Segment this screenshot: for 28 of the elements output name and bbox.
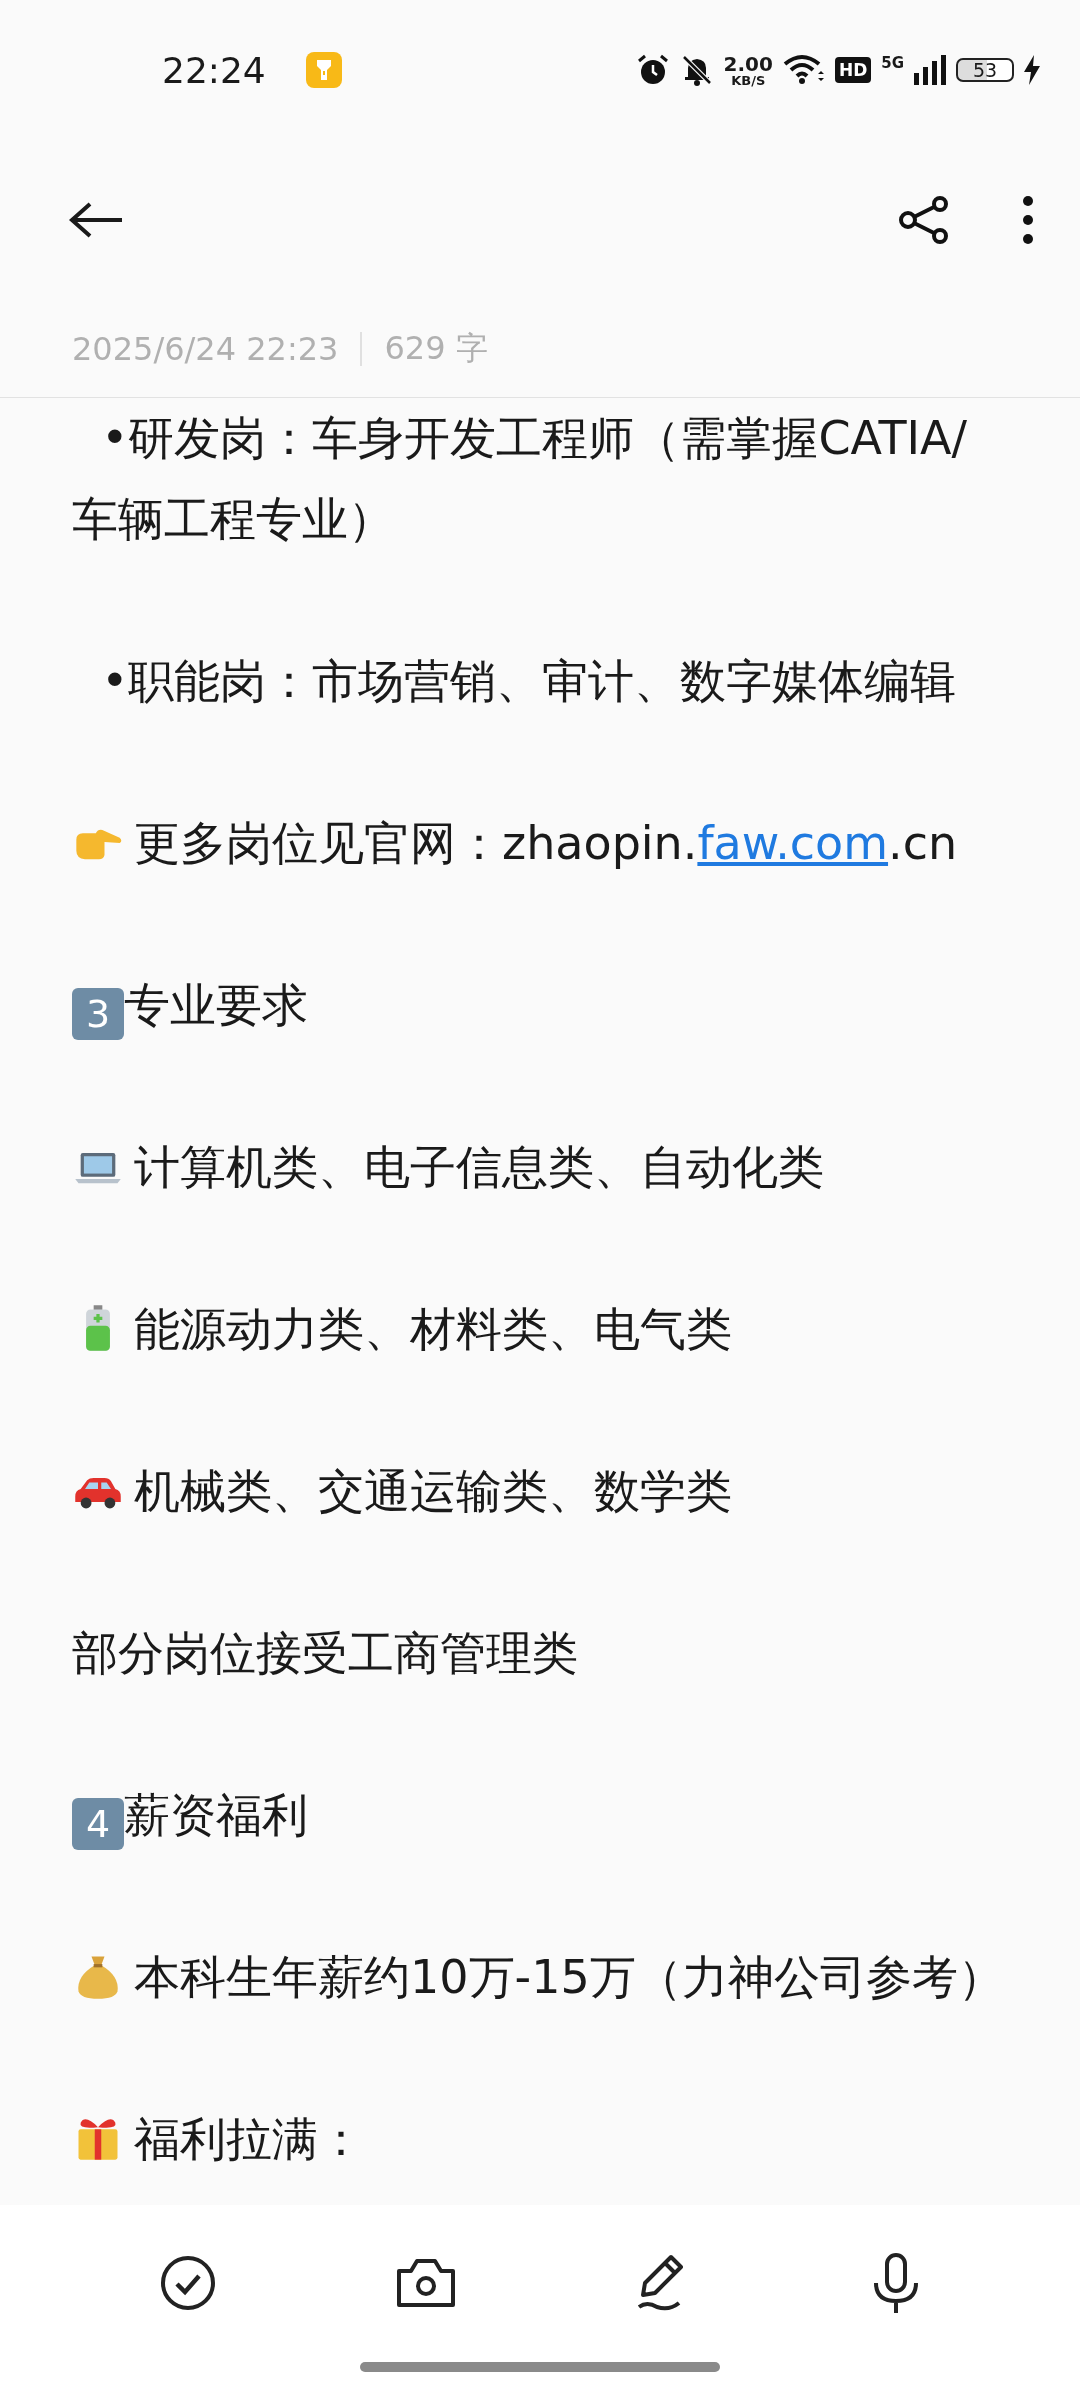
word-count: 629 字 [384,327,488,369]
note-paragraph: 计算机类、电子信息类、自动化类 [134,1140,824,1194]
alarm-icon [635,53,670,87]
note-paragraph: 本科生年薪约10万-15万（力神公司参考） [134,1950,1004,2004]
flashlight-icon [305,52,342,88]
battery-level: 53 [956,58,1014,82]
number-badge: 3 [72,988,124,1040]
clock: 22:24 [162,49,266,91]
note-paragraph: 更多岗位见官网：zhaopin.faw.com.cn [134,816,958,870]
speed-unit: KB/S [731,73,766,87]
note-paragraph: 能源动力类、材料类、电气类 [134,1302,732,1356]
hd-badge: HD [834,57,872,83]
note-paragraph: •职能岗：市场营销、审计、数字媒体编辑 [100,654,957,708]
note-paragraph: 机械类、交通运输类、数学类 [134,1464,732,1518]
number-badge: 4 [72,1798,124,1850]
note-paragraph: 专业要求 [124,978,308,1032]
link[interactable]: faw.com [697,816,889,870]
more-options-icon[interactable] [1022,195,1034,245]
wifi-icon [782,54,825,86]
network-speed: 2.00 [723,53,773,74]
note-paragraph: 部分岗位接受工商管理类 [72,1626,578,1680]
note-paragraph: 薪资福利 [124,1788,308,1842]
network-type: 5G [881,54,904,72]
charging-icon [1024,55,1040,85]
note-date: 2025/6/24 22:23 [72,329,339,368]
note-paragraph: •研发岗：车身开发工程师（需掌握CATIA/车辆工程专业） [72,411,968,546]
signal-icon [914,55,946,85]
note-paragraph: 福利拉满： [134,2112,364,2166]
